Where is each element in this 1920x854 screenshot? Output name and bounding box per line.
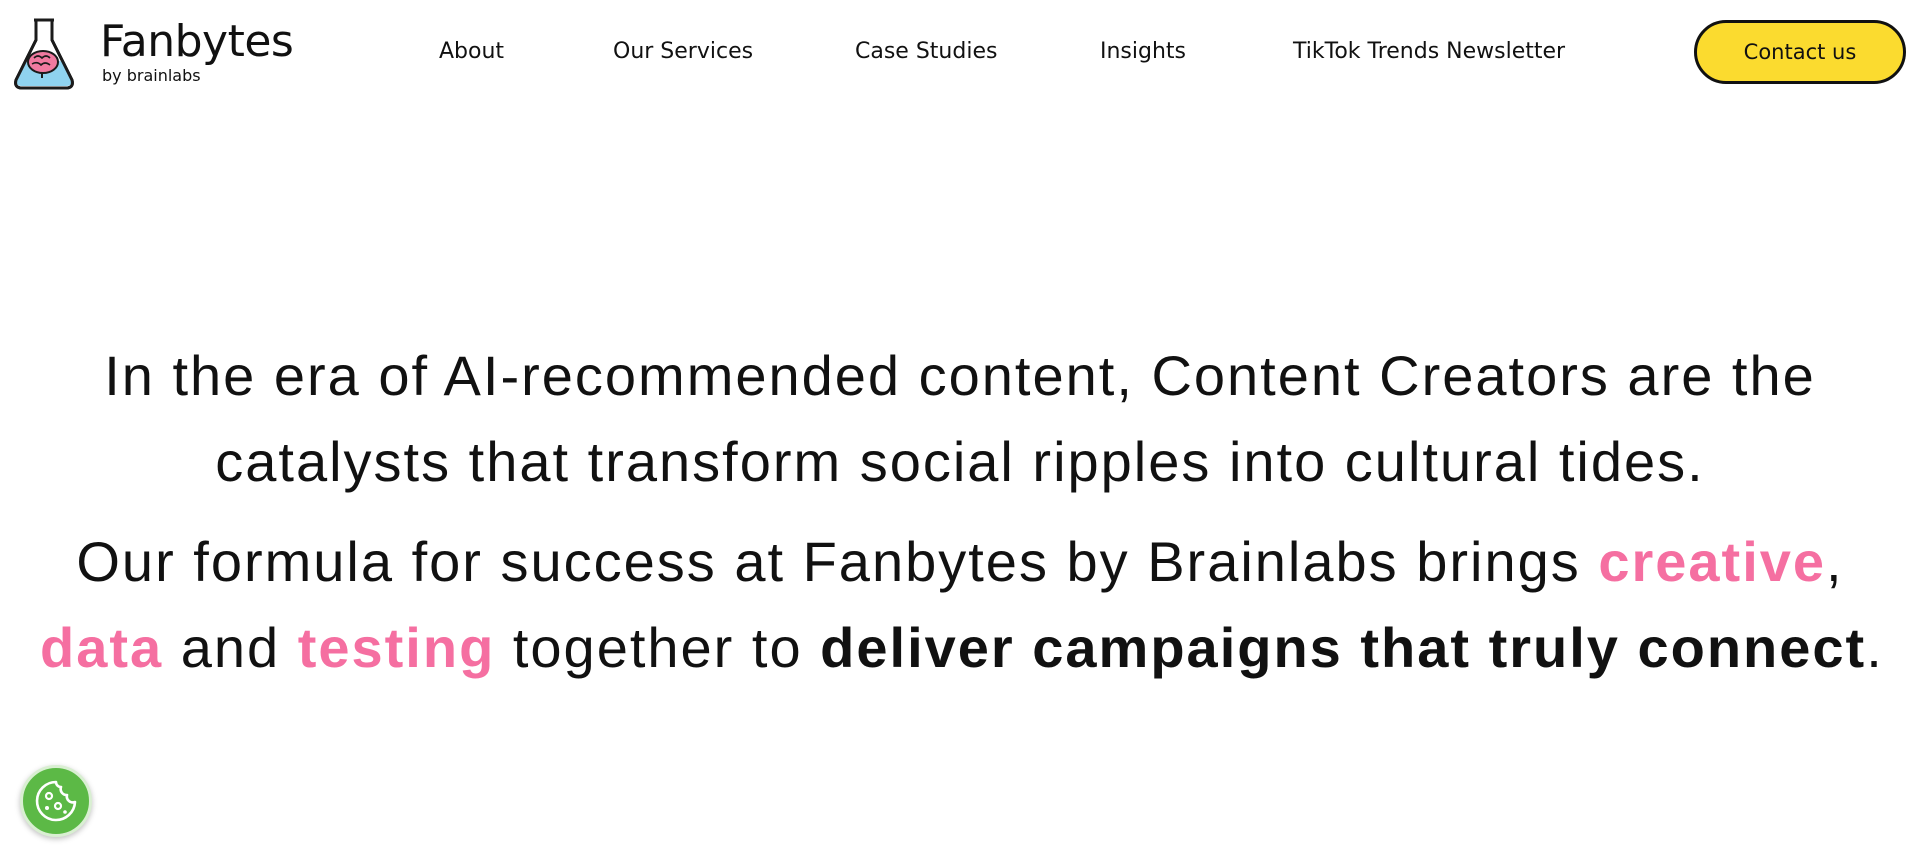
nav-our-services[interactable]: Our Services bbox=[613, 34, 753, 70]
nav-tiktok-trends-newsletter[interactable]: TikTok Trends Newsletter bbox=[1293, 34, 1565, 70]
nav-about[interactable]: About bbox=[439, 34, 504, 70]
highlight-creative: creative bbox=[1598, 530, 1827, 593]
hero-text: . bbox=[1866, 616, 1884, 679]
site-header: Fanbytes by brainlabs About Our Services… bbox=[0, 0, 1920, 106]
cookie-settings-button[interactable] bbox=[20, 765, 92, 837]
cookie-icon bbox=[35, 780, 77, 822]
highlight-data: data bbox=[40, 616, 164, 679]
hero-bold-phrase: deliver campaigns that truly connect bbox=[820, 616, 1867, 679]
hero-text: , bbox=[1826, 530, 1844, 593]
hero-line-4: data and testing together to deliver cam… bbox=[40, 605, 1882, 691]
hero-line-1: In the era of AI-recommended content, Co… bbox=[104, 344, 1816, 407]
contact-us-label: Contact us bbox=[1743, 40, 1857, 64]
nav-case-studies[interactable]: Case Studies bbox=[855, 34, 997, 70]
flask-with-brain-icon bbox=[14, 18, 74, 90]
nav-insights[interactable]: Insights bbox=[1100, 34, 1186, 70]
highlight-testing: testing bbox=[297, 616, 496, 679]
contact-us-button[interactable]: Contact us bbox=[1694, 20, 1906, 84]
hero-text: together to bbox=[495, 616, 821, 679]
hero-text: and bbox=[163, 616, 298, 679]
hero-line-3: Our formula for success at Fanbytes by B… bbox=[40, 519, 1880, 605]
brand-name: Fanbytes bbox=[100, 16, 294, 67]
page: Fanbytes by brainlabs About Our Services… bbox=[0, 0, 1920, 854]
hero-section: In the era of AI-recommended content, Co… bbox=[40, 333, 1882, 691]
brand-tagline: by brainlabs bbox=[102, 66, 201, 85]
hero-line-2: catalysts that transform social ripples … bbox=[215, 430, 1705, 493]
hero-text: Our formula for success at Fanbytes by B… bbox=[76, 530, 1599, 593]
logo-link[interactable]: Fanbytes by brainlabs bbox=[12, 14, 294, 90]
